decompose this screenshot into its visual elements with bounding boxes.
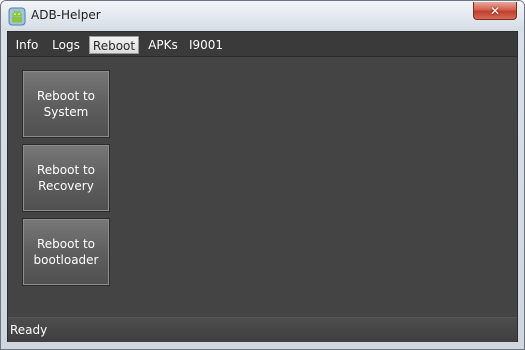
close-icon: ✕	[489, 3, 501, 18]
status-bar: Ready	[8, 317, 517, 342]
tab-reboot[interactable]: Reboot	[89, 36, 139, 54]
window-title: ADB-Helper	[31, 8, 101, 22]
android-robot-icon	[8, 6, 26, 26]
reboot-panel: Reboot to System Reboot to Recovery Rebo…	[8, 57, 517, 317]
tab-apks[interactable]: APKs	[145, 36, 181, 54]
tab-bar: Info Logs Reboot APKs I9001	[8, 32, 517, 57]
close-button[interactable]: ✕	[473, 2, 517, 20]
tab-i9001[interactable]: I9001	[188, 36, 224, 54]
reboot-to-bootloader-button[interactable]: Reboot to bootloader	[22, 218, 110, 286]
app-window: ADB-Helper ✕ Info Logs Reboot APKs I9001…	[0, 0, 525, 350]
reboot-to-recovery-button[interactable]: Reboot to Recovery	[22, 144, 110, 212]
tab-logs[interactable]: Logs	[49, 36, 83, 54]
tab-info[interactable]: Info	[12, 36, 42, 54]
reboot-to-system-button[interactable]: Reboot to System	[22, 70, 110, 138]
title-bar[interactable]: ADB-Helper ✕	[1, 1, 524, 31]
status-text: Ready	[10, 323, 48, 337]
client-area: Info Logs Reboot APKs I9001 Reboot to Sy…	[7, 31, 518, 342]
